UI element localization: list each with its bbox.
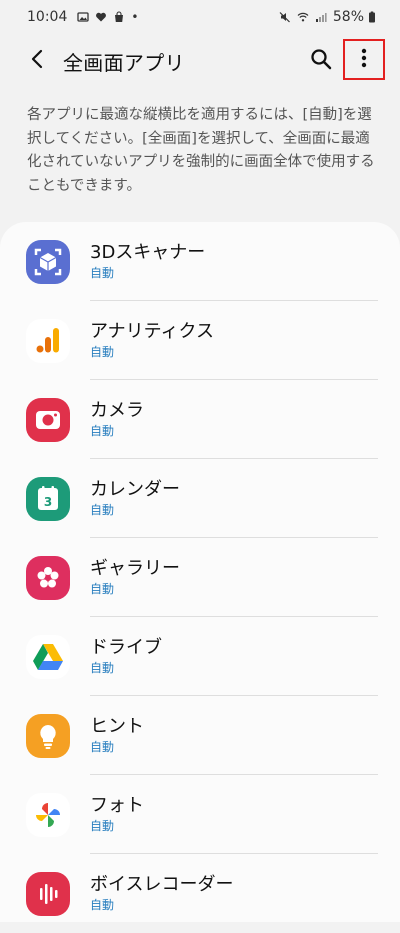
voice-recorder-icon bbox=[26, 872, 70, 916]
description-text: 各アプリに最適な縦横比を適用するには、[自動]を選択してください。[全画面]を選… bbox=[27, 107, 375, 194]
notification-dot: • bbox=[131, 10, 139, 24]
app-row-voice-recorder[interactable]: ボイスレコーダー 自動 bbox=[0, 854, 400, 933]
app-name: ドライブ bbox=[90, 637, 162, 658]
tips-icon bbox=[26, 714, 70, 758]
search-button[interactable] bbox=[307, 47, 335, 75]
chevron-left-icon bbox=[30, 49, 44, 73]
app-name: カメラ bbox=[90, 400, 144, 421]
drive-icon bbox=[26, 635, 70, 679]
app-status: 自動 bbox=[90, 661, 115, 675]
app-name: ギャラリー bbox=[90, 558, 180, 579]
app-name: カレンダー bbox=[90, 479, 180, 500]
app-status: 自動 bbox=[90, 819, 115, 833]
app-status: 自動 bbox=[90, 503, 115, 517]
app-row-calendar[interactable]: 3 カレンダー 自動 bbox=[0, 459, 400, 538]
app-status: 自動 bbox=[90, 266, 115, 280]
more-vertical-icon bbox=[361, 48, 367, 72]
more-options-button[interactable] bbox=[343, 39, 385, 80]
app-status: 自動 bbox=[90, 582, 115, 596]
3d-scanner-icon bbox=[26, 240, 70, 284]
shopping-bag-icon bbox=[113, 11, 125, 23]
app-list: 3Dスキャナー 自動 アナリティクス 自動 カメラ 自動 3 カレンダー 自動 … bbox=[0, 222, 400, 922]
signal-icon bbox=[315, 11, 327, 23]
app-row-analytics[interactable]: アナリティクス 自動 bbox=[0, 301, 400, 380]
app-row-tips[interactable]: ヒント 自動 bbox=[0, 696, 400, 775]
app-bar: 全画面アプリ bbox=[0, 34, 400, 88]
heart-icon bbox=[95, 11, 107, 23]
camera-icon bbox=[26, 398, 70, 442]
app-name: フォト bbox=[90, 795, 144, 816]
gallery-icon bbox=[26, 556, 70, 600]
app-status: 自動 bbox=[90, 345, 115, 359]
app-row-camera[interactable]: カメラ 自動 bbox=[0, 380, 400, 459]
app-row-photos[interactable]: フォト 自動 bbox=[0, 775, 400, 854]
app-row-gallery[interactable]: ギャラリー 自動 bbox=[0, 538, 400, 617]
wifi-icon bbox=[297, 11, 309, 23]
battery-percent: 58% bbox=[332, 9, 364, 25]
search-icon bbox=[310, 48, 332, 74]
photos-icon bbox=[26, 793, 70, 837]
app-status: 自動 bbox=[90, 424, 115, 438]
battery-icon bbox=[366, 11, 378, 23]
mute-icon bbox=[279, 11, 291, 23]
app-row-3d-scanner[interactable]: 3Dスキャナー 自動 bbox=[0, 222, 400, 301]
app-name: アナリティクス bbox=[90, 321, 215, 342]
analytics-icon bbox=[26, 319, 70, 363]
status-time: 10:04 bbox=[27, 9, 68, 25]
app-name: 3Dスキャナー bbox=[90, 242, 206, 263]
app-name: ボイスレコーダー bbox=[90, 874, 234, 895]
app-status: 自動 bbox=[90, 740, 115, 754]
image-icon bbox=[77, 11, 90, 23]
app-row-drive[interactable]: ドライブ 自動 bbox=[0, 617, 400, 696]
calendar-icon: 3 bbox=[26, 477, 70, 521]
calendar-icon-date: 3 bbox=[44, 495, 52, 509]
page-title: 全画面アプリ bbox=[63, 51, 185, 75]
status-bar: 10:04 • 58% bbox=[0, 0, 400, 34]
app-status: 自動 bbox=[90, 898, 115, 912]
app-name: ヒント bbox=[90, 716, 144, 737]
back-button[interactable] bbox=[24, 48, 50, 74]
